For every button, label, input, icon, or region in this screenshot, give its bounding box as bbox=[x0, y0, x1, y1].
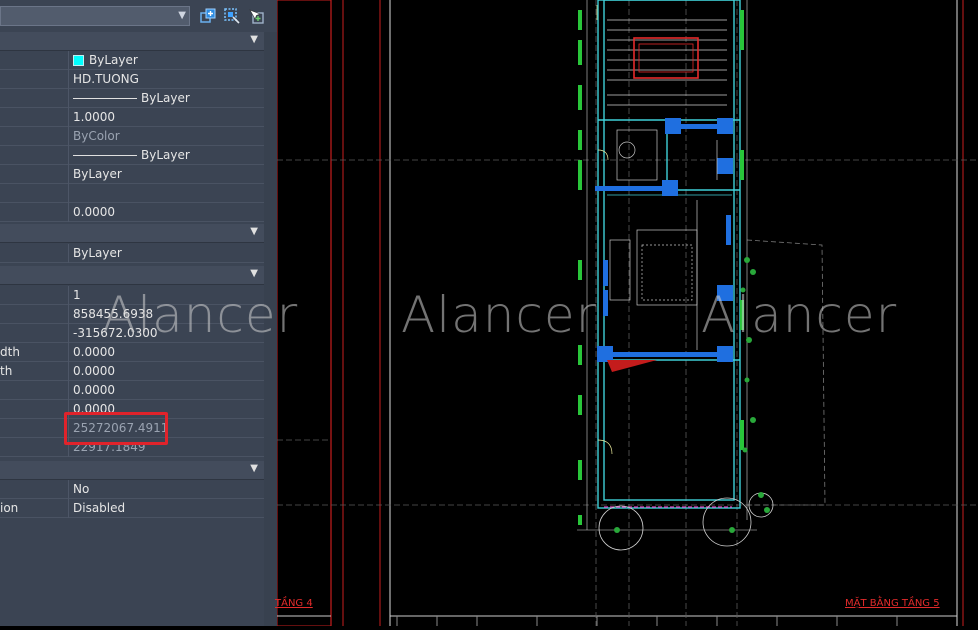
column-divider bbox=[68, 343, 69, 362]
object-type-dropdown[interactable]: ▼ bbox=[0, 6, 190, 26]
property-row[interactable]: ion Disabled bbox=[0, 499, 264, 518]
property-row[interactable]: HD.TUONG bbox=[0, 70, 264, 89]
column-divider bbox=[68, 499, 69, 518]
highlight-box bbox=[64, 412, 168, 445]
property-value[interactable]: ByLayer bbox=[73, 148, 190, 162]
watermark-3: Alancer bbox=[701, 286, 898, 344]
property-row[interactable]: ByLayer bbox=[0, 89, 264, 108]
property-row[interactable]: ByLayer bbox=[0, 244, 264, 263]
properties-toolbar: ▼ bbox=[0, 0, 277, 32]
watermark-2: Alancer bbox=[401, 286, 598, 344]
property-value-text: ByLayer bbox=[73, 246, 122, 260]
property-row[interactable]: dth 0.0000 bbox=[0, 343, 264, 362]
property-value[interactable]: 0.0000 bbox=[73, 205, 115, 219]
property-value[interactable]: 1 bbox=[73, 288, 81, 302]
column-divider bbox=[68, 324, 69, 343]
property-value[interactable]: 1.0000 bbox=[73, 110, 115, 124]
property-row[interactable]: th 0.0000 bbox=[0, 362, 264, 381]
property-value-text: 0.0000 bbox=[73, 205, 115, 219]
property-row[interactable]: 0.0000 bbox=[0, 203, 264, 222]
property-label: dth bbox=[0, 345, 20, 359]
watermark-1: Alancer bbox=[102, 286, 299, 344]
property-row[interactable]: ByColor bbox=[0, 127, 264, 146]
property-row[interactable]: 1.0000 bbox=[0, 108, 264, 127]
quick-select-icon[interactable] bbox=[223, 7, 241, 25]
property-value-text: ByLayer bbox=[141, 91, 190, 105]
property-value-text: ByColor bbox=[73, 129, 120, 143]
column-divider bbox=[68, 146, 69, 165]
column-divider bbox=[68, 305, 69, 324]
property-value-text: HD.TUONG bbox=[73, 72, 139, 86]
column-divider bbox=[68, 70, 69, 89]
column-divider bbox=[68, 127, 69, 146]
section-header-misc[interactable]: ▼ bbox=[0, 461, 264, 480]
chevron-down-icon[interactable]: ▼ bbox=[250, 226, 258, 237]
section-header-general[interactable]: ▼ bbox=[0, 32, 264, 51]
chevron-down-icon[interactable]: ▼ bbox=[250, 463, 258, 474]
property-label: th bbox=[0, 364, 13, 378]
property-value-text: 1 bbox=[73, 288, 81, 302]
property-row[interactable]: 0.0000 bbox=[0, 381, 264, 400]
linetype-preview-icon bbox=[73, 155, 137, 156]
property-value-text: 1.0000 bbox=[73, 110, 115, 124]
add-selected-icon[interactable] bbox=[199, 7, 217, 25]
property-row[interactable] bbox=[0, 184, 264, 203]
section-header-geometry[interactable]: ▼ bbox=[0, 266, 264, 285]
property-value[interactable]: Disabled bbox=[73, 501, 125, 515]
property-label: ion bbox=[0, 501, 19, 515]
column-divider bbox=[68, 51, 69, 70]
property-value-text: 0.0000 bbox=[73, 383, 115, 397]
section-header-3d-visualization[interactable]: ▼ bbox=[0, 224, 264, 243]
column-divider bbox=[68, 286, 69, 305]
property-value[interactable]: 0.0000 bbox=[73, 364, 115, 378]
property-value[interactable]: ByLayer bbox=[73, 246, 122, 260]
column-divider bbox=[68, 108, 69, 127]
chevron-down-icon[interactable]: ▼ bbox=[250, 34, 258, 45]
color-swatch-icon bbox=[73, 55, 84, 66]
sheet-label-tang-5: MẶT BẰNG TẦNG 5 bbox=[845, 598, 940, 609]
column-divider bbox=[68, 381, 69, 400]
property-value[interactable]: HD.TUONG bbox=[73, 72, 139, 86]
column-divider bbox=[68, 362, 69, 381]
property-value[interactable]: 0.0000 bbox=[73, 383, 115, 397]
column-divider bbox=[68, 203, 69, 222]
column-divider bbox=[68, 89, 69, 108]
property-value-text: Disabled bbox=[73, 501, 126, 515]
property-value-text: ByLayer bbox=[141, 148, 190, 162]
property-value-text: 0.0000 bbox=[73, 364, 115, 378]
property-value[interactable]: ByLayer bbox=[73, 167, 122, 181]
property-value[interactable]: 0.0000 bbox=[73, 345, 115, 359]
property-value-text: ByLayer bbox=[89, 53, 138, 67]
property-row[interactable]: ByLayer bbox=[0, 146, 264, 165]
chevron-down-icon: ▼ bbox=[178, 10, 186, 21]
property-row[interactable]: ByLayer bbox=[0, 51, 264, 70]
column-divider bbox=[68, 184, 69, 203]
linetype-preview-icon bbox=[73, 98, 137, 99]
property-value[interactable]: ByColor bbox=[73, 129, 120, 143]
property-value[interactable]: ByLayer bbox=[73, 53, 138, 67]
property-value[interactable]: No bbox=[73, 482, 89, 496]
property-row[interactable]: ByLayer bbox=[0, 165, 264, 184]
pickadd-toggle-icon[interactable] bbox=[247, 7, 265, 25]
property-value-text: ByLayer bbox=[73, 167, 122, 181]
column-divider bbox=[68, 480, 69, 499]
column-divider bbox=[68, 165, 69, 184]
property-value-text: No bbox=[73, 482, 90, 496]
sheet-label-tang-4: TẦNG 4 bbox=[275, 598, 313, 609]
chevron-down-icon[interactable]: ▼ bbox=[250, 268, 258, 279]
column-divider bbox=[68, 244, 69, 263]
property-row[interactable]: No bbox=[0, 480, 264, 499]
drawing-canvas[interactable]: Alancer Alancer Alancer TẦNG 4 MẶT BẰNG … bbox=[102, 0, 978, 627]
property-value-text: 0.0000 bbox=[73, 345, 115, 359]
property-value[interactable]: ByLayer bbox=[73, 91, 190, 105]
